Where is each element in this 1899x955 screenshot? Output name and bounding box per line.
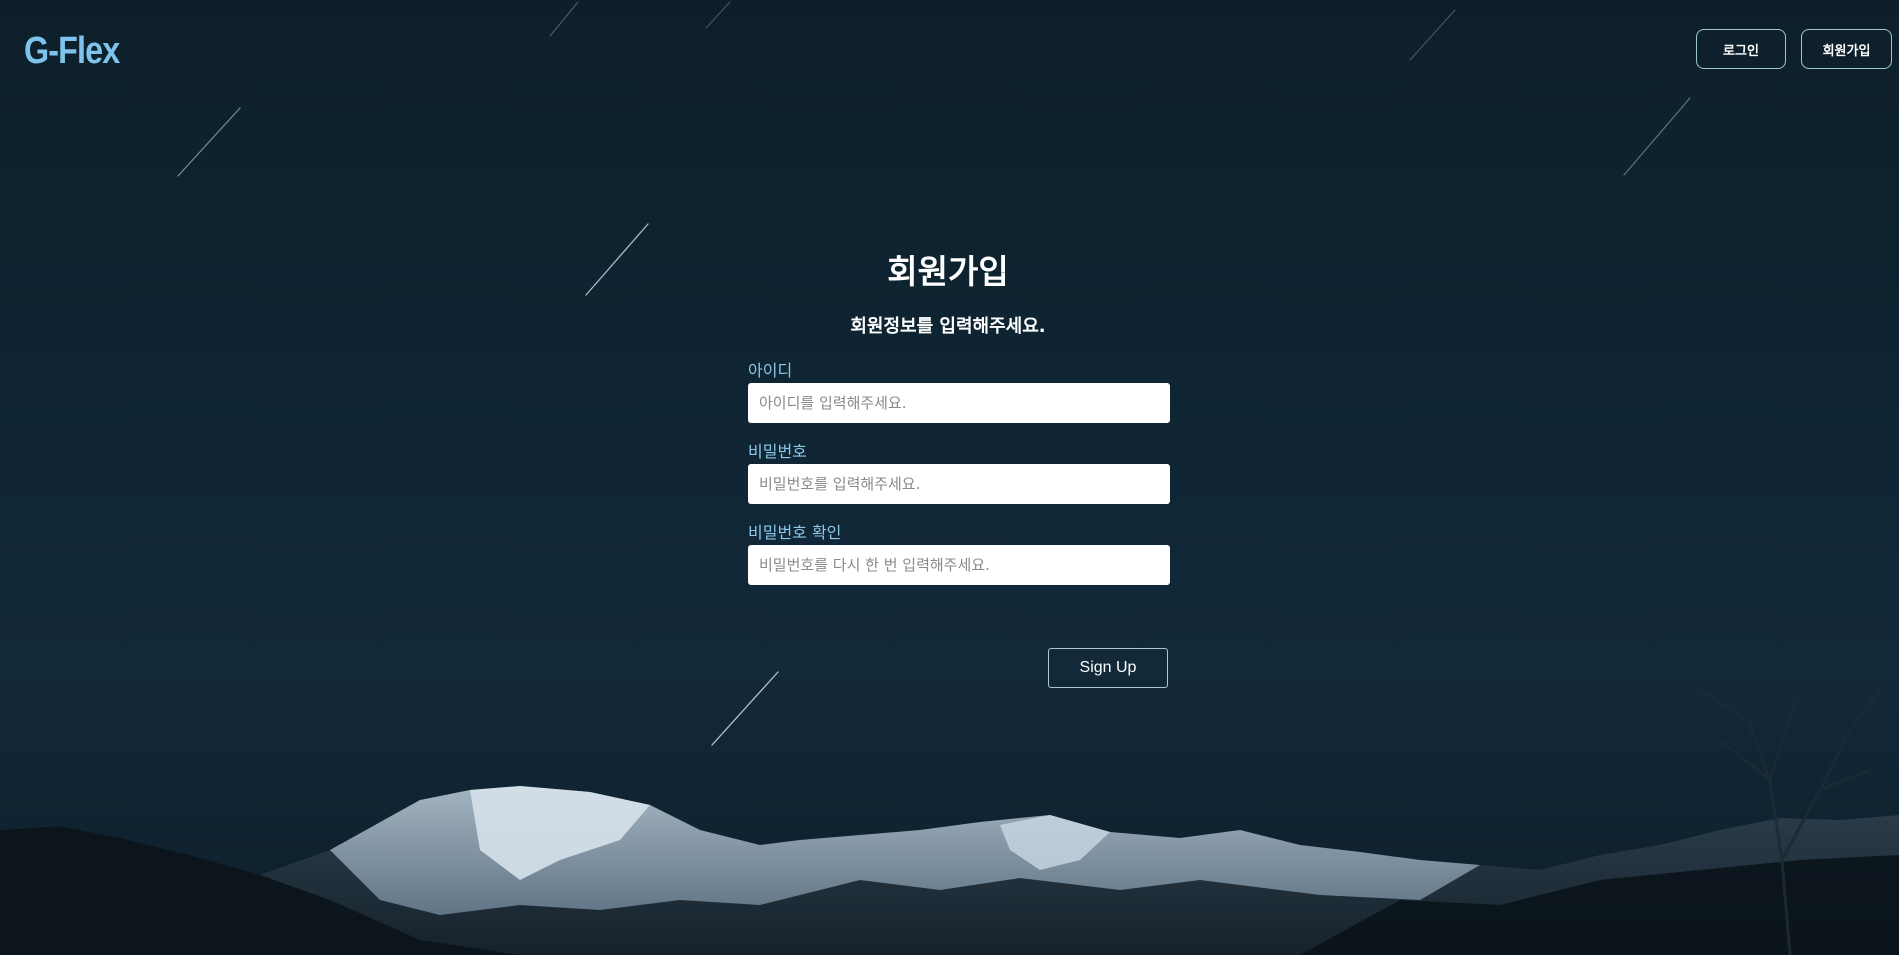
logo[interactable]: G-Flex [24, 30, 120, 73]
login-button[interactable]: 로그인 [1696, 29, 1786, 69]
page-title: 회원가입 [887, 252, 1009, 291]
signup-nav-button[interactable]: 회원가입 [1801, 29, 1892, 69]
username-input[interactable] [748, 383, 1170, 423]
form-subtitle: 회원정보를 입력해주세요. [850, 316, 1046, 337]
password-confirm-label: 비밀번호 확인 [748, 523, 842, 542]
password-label: 비밀번호 [748, 442, 807, 461]
password-confirm-input[interactable] [748, 545, 1170, 585]
username-label: 아이디 [748, 361, 793, 380]
password-input[interactable] [748, 464, 1170, 504]
signup-submit-button[interactable]: Sign Up [1048, 648, 1168, 688]
shooting-stars [177, 1, 1691, 746]
